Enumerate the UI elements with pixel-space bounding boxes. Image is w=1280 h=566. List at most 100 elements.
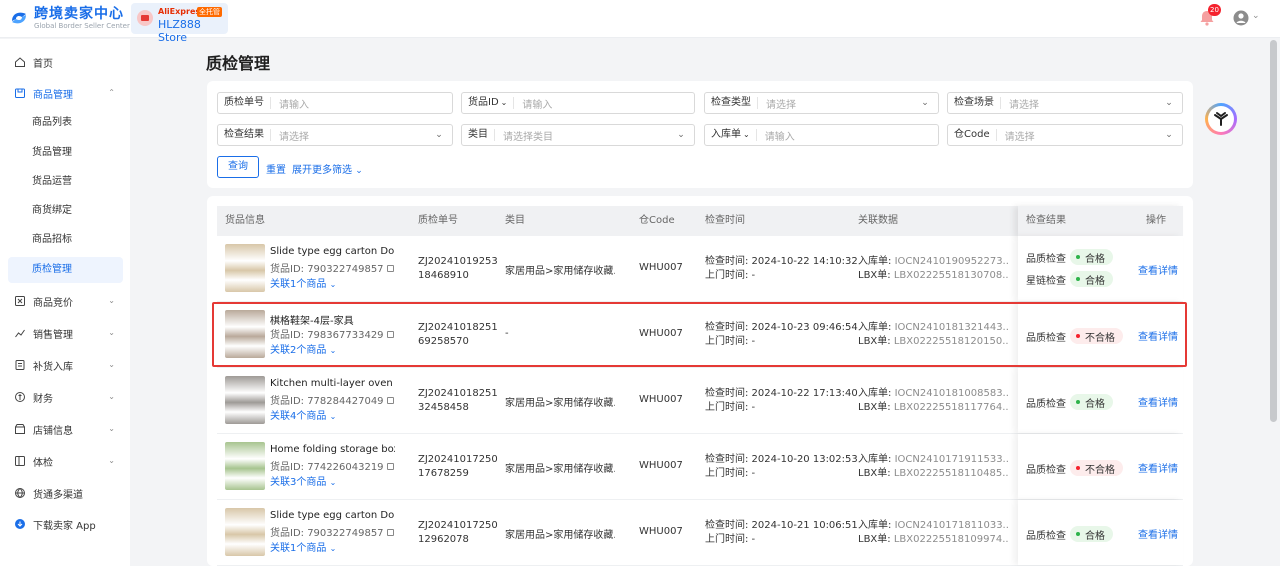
linked-products-link[interactable]: 关联1个商品 ⌄ — [270, 539, 336, 554]
linked-products-link[interactable]: 关联3个商品 ⌄ — [270, 473, 336, 488]
user-menu-chevron-icon[interactable]: ⌄ — [1252, 11, 1260, 21]
copy-icon[interactable] — [386, 265, 394, 272]
associated-data: 入库单: IOCN2410181008583... LBX单: LBX022255… — [858, 387, 1008, 415]
sidebar-item-1[interactable]: 商品管理 ⌃ — [8, 80, 123, 106]
sidebar-item-label: 商品管理 — [33, 89, 73, 101]
sidebar-subitem-1[interactable]: 货品管理 — [8, 140, 123, 166]
chevron-down-icon: ⌄ — [677, 130, 685, 140]
goods-id-text: 货品ID: 774226043219 — [270, 462, 384, 473]
qc-number: ZJ20241017250 17678259 — [418, 453, 498, 481]
box-icon — [15, 88, 25, 98]
sidebar-item-7[interactable]: 体检 ⌄ — [8, 448, 123, 474]
sidebar-subitem-5[interactable]: 质检管理 — [8, 257, 123, 283]
starlink-check-result: 星链检查 合格 — [1026, 271, 1113, 287]
check-result-filter[interactable]: 检查结果 请选择 ⌄ — [217, 124, 453, 146]
brand[interactable]: 跨境卖家中心 Global Border Seller Center — [8, 6, 130, 30]
linked-products-link[interactable]: 关联4个商品 ⌄ — [270, 407, 336, 422]
product-thumbnail[interactable] — [225, 310, 265, 358]
sales-icon — [15, 329, 25, 338]
check-type-select[interactable]: 请选择 — [758, 96, 918, 111]
inbound-filter[interactable]: 入库单 ⌄ 请输入 — [704, 124, 939, 146]
goods-id-type-select[interactable]: 货品ID ⌄ — [462, 97, 515, 109]
product-thumbnail[interactable] — [225, 376, 265, 424]
sidebar-subitem-4[interactable]: 商品招标 — [8, 227, 123, 253]
table-row: Slide type egg carton Dou... 货品ID: 790322… — [217, 500, 1183, 566]
qc-number-line1: ZJ20241017250 — [418, 520, 498, 531]
product-thumbnail[interactable] — [225, 244, 265, 292]
status-badge: 合格 — [1070, 271, 1113, 287]
qc-no-input[interactable]: 请输入 — [271, 96, 452, 111]
view-details-link[interactable]: 查看详情 — [1138, 526, 1178, 541]
sidebar-subitem-3[interactable]: 商货绑定 — [8, 198, 123, 224]
category-cell: 家居用品>家用储存收藏... — [505, 530, 615, 541]
chevron-down-icon: ⌄ — [108, 296, 115, 305]
page-scrollbar[interactable] — [1270, 40, 1277, 422]
goods-id-input[interactable]: 请输入 — [514, 96, 694, 111]
check-type-filter[interactable]: 检查类型 请选择 ⌄ — [704, 92, 939, 114]
sidebar-item-5[interactable]: 财务 ⌄ — [8, 384, 123, 410]
inbound-key: 入库单: — [858, 256, 892, 267]
inbound-type-select[interactable]: 入库单 ⌄ — [705, 129, 757, 141]
lbx-key: LBX单: — [858, 534, 891, 545]
sidebar-subitem-2[interactable]: 货品运营 — [8, 169, 123, 195]
view-details-link[interactable]: 查看详情 — [1138, 328, 1178, 343]
linked-products-link[interactable]: 关联1个商品 ⌄ — [270, 275, 336, 290]
category-select[interactable]: 请选择类目 — [495, 128, 674, 143]
header-check-result: 检查结果 — [1026, 215, 1066, 226]
check-label: 品质检查 — [1026, 464, 1066, 476]
category-filter[interactable]: 类目 请选择类目 ⌄ — [461, 124, 695, 146]
sidebar-item-4[interactable]: 补货入库 ⌄ — [8, 352, 123, 378]
quality-check-result: 品质检查 合格 — [1026, 526, 1113, 542]
warehouse-select[interactable]: 请选择 — [997, 128, 1162, 143]
brand-logo-icon — [12, 12, 26, 24]
inbound-label: 入库单 — [711, 129, 741, 140]
sidebar-item-3[interactable]: 销售管理 ⌄ — [8, 320, 123, 346]
view-details-link[interactable]: 查看详情 — [1138, 262, 1178, 277]
sidebar-item-8[interactable]: 货通多渠道 — [8, 480, 123, 506]
check-scene-select[interactable]: 请选择 — [1001, 96, 1162, 111]
sidebar-item-0[interactable]: 首页 — [8, 49, 123, 75]
status-text: 不合格 — [1085, 332, 1115, 344]
store-switcher[interactable]: AliExpress 全托管 HLZ888 Store — [131, 3, 228, 44]
copy-icon[interactable] — [386, 397, 394, 404]
shop-icon — [15, 424, 25, 434]
check-scene-filter[interactable]: 检查场景 请选择 ⌄ — [947, 92, 1183, 114]
copy-icon[interactable] — [386, 463, 394, 470]
sidebar-item-9[interactable]: 下载卖家 App — [8, 511, 123, 537]
view-details-link[interactable]: 查看详情 — [1138, 460, 1178, 475]
product-thumbnail[interactable] — [225, 508, 265, 556]
user-avatar-icon[interactable] — [1233, 10, 1249, 26]
inbound-input[interactable]: 请输入 — [757, 128, 938, 143]
assistant-float-button[interactable] — [1205, 103, 1237, 135]
query-button[interactable]: 查询 — [217, 156, 259, 178]
goods-id-filter[interactable]: 货品ID ⌄ 请输入 — [461, 92, 695, 114]
notification-badge: 20 — [1208, 4, 1221, 16]
globe-icon — [15, 488, 25, 499]
linked-products-label: 关联1个商品 — [270, 543, 327, 554]
expand-filters-label: 展开更多筛选 — [292, 165, 352, 176]
chevron-down-icon: ⌄ — [329, 544, 337, 553]
inbound-value: IOCN2410190952273... — [894, 256, 1008, 267]
product-name: 棋格鞋架-4层-家具 — [270, 316, 354, 327]
finance-icon — [15, 392, 25, 402]
copy-icon[interactable] — [386, 529, 394, 536]
brand-title: 跨境卖家中心 — [34, 6, 124, 22]
copy-icon[interactable] — [386, 331, 394, 338]
product-thumbnail[interactable] — [225, 442, 265, 490]
sidebar-item-6[interactable]: 店铺信息 ⌄ — [8, 416, 123, 442]
expand-filters-button[interactable]: 展开更多筛选 ⌄ — [292, 161, 363, 176]
qc-number-line1: ZJ20241017250 — [418, 454, 498, 465]
view-details-link[interactable]: 查看详情 — [1138, 394, 1178, 409]
status-text: 合格 — [1085, 530, 1105, 542]
status-dot-icon — [1076, 334, 1080, 338]
linked-products-link[interactable]: 关联2个商品 ⌄ — [270, 341, 336, 356]
reset-button[interactable]: 重置 — [266, 161, 286, 176]
lbx-key: LBX单: — [858, 402, 891, 413]
sidebar-item-2[interactable]: 商品竞价 ⌄ — [8, 288, 123, 314]
warehouse-filter[interactable]: 仓Code 请选择 ⌄ — [947, 124, 1183, 146]
lbx-key: LBX单: — [858, 336, 891, 347]
qc-no-filter[interactable]: 质检单号 请输入 — [217, 92, 453, 114]
sidebar-subitem-0[interactable]: 商品列表 — [8, 110, 123, 136]
warehouse-code: WHU007 — [639, 394, 683, 405]
check-result-select[interactable]: 请选择 — [271, 128, 432, 143]
